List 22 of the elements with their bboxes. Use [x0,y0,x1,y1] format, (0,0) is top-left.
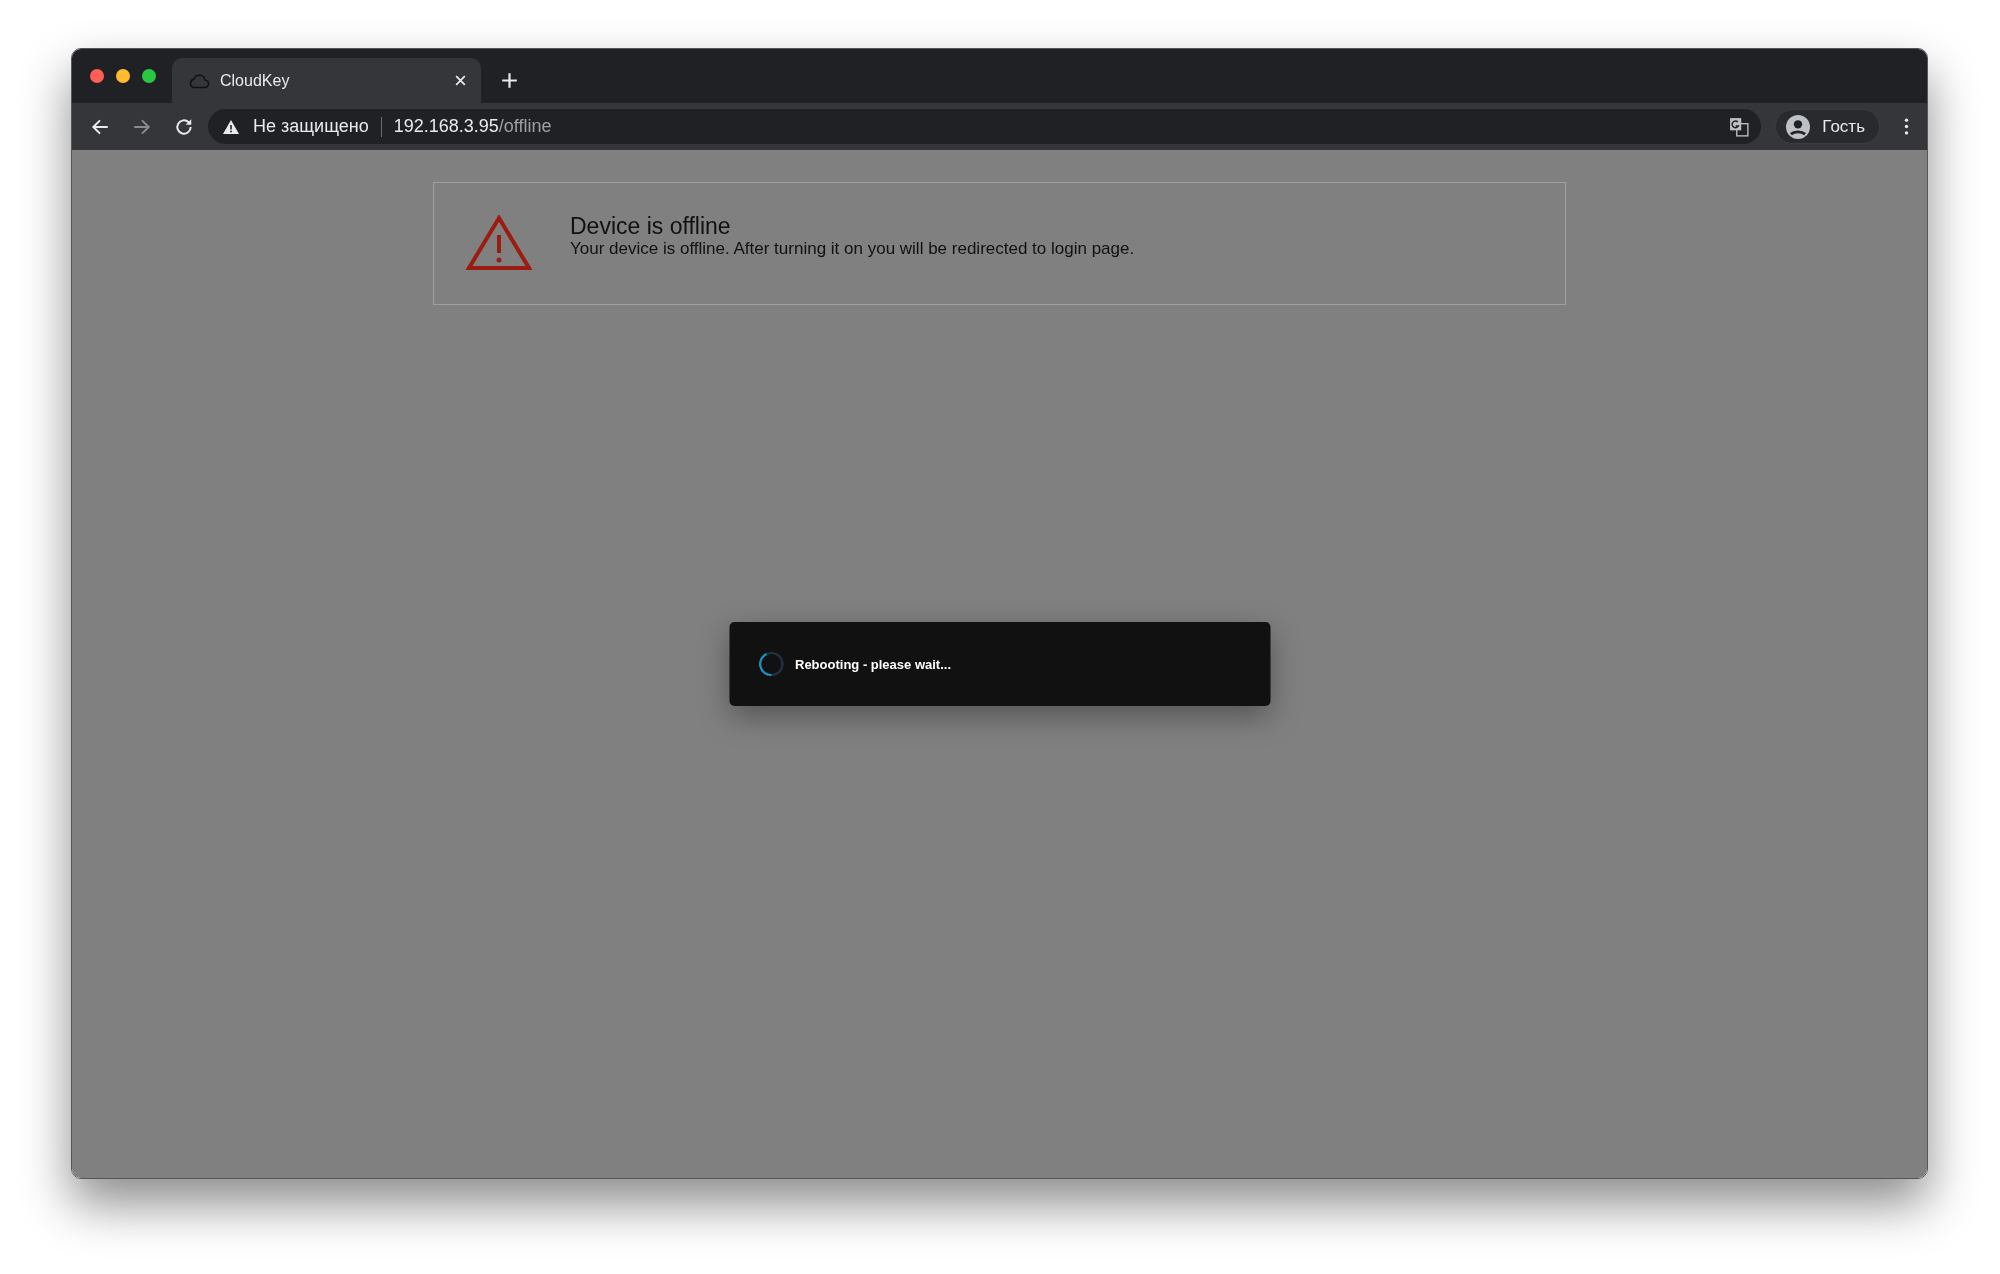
cloud-icon [188,72,210,89]
address-bar[interactable]: Не защищено 192.168.3.95/offline [208,109,1762,144]
alert-message: Your device is offline. After turning it on you will be redirected to login page. [570,239,1135,259]
person-icon [1786,114,1811,139]
warning-triangle-icon [466,215,532,271]
close-window-button[interactable] [90,69,104,83]
profile-button[interactable]: Гость [1775,109,1880,144]
loading-spinner-icon [757,650,785,678]
url-text: 192.168.3.95/offline [393,116,552,137]
maximize-window-button[interactable] [142,69,156,83]
reload-icon[interactable] [174,116,194,137]
menu-icon[interactable] [1904,118,1909,135]
tab-title: CloudKey [220,71,291,90]
alert-title: Device is offline [570,213,732,239]
browser-tab[interactable]: CloudKey [172,58,481,103]
dialog-message: Rebooting - please wait... [795,656,952,672]
translate-icon[interactable] [1729,116,1750,137]
security-label: Не защищено [253,116,369,137]
new-tab-icon[interactable] [501,72,518,89]
minimize-window-button[interactable] [116,69,130,83]
close-tab-icon[interactable] [454,74,467,87]
warning-icon [223,119,239,134]
